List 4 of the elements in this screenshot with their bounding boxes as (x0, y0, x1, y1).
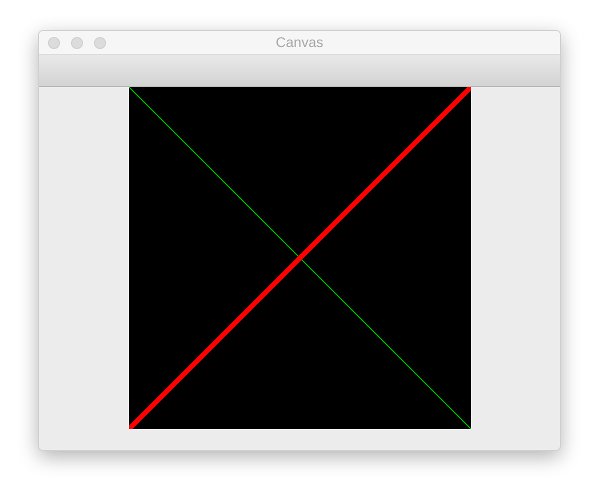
close-button[interactable] (48, 37, 60, 49)
zoom-button[interactable] (94, 37, 106, 49)
window-title: Canvas (276, 33, 324, 52)
minimize-button[interactable] (71, 37, 83, 49)
